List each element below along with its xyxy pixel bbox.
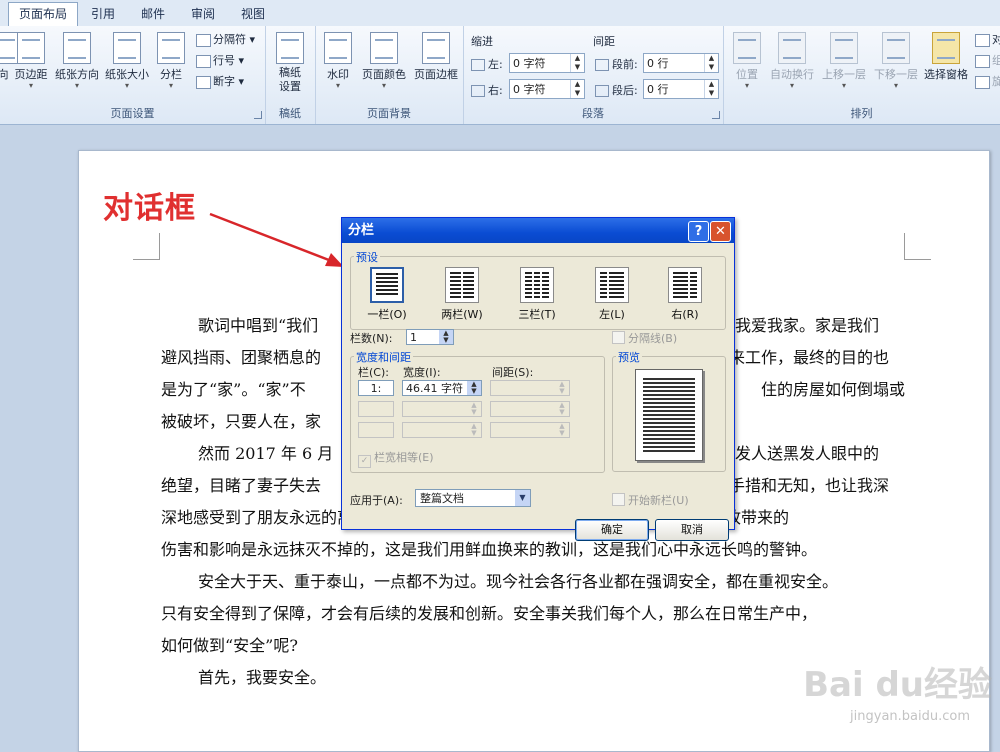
col-header: 栏(C): [358, 366, 389, 379]
num-columns-input[interactable]: 1 ▲ ▼ [406, 329, 454, 345]
left-column-icon [595, 267, 629, 303]
cancel-button[interactable]: 取消 [655, 519, 729, 541]
dialog-title: 分栏 [348, 223, 375, 238]
presets-legend: 预设 [354, 249, 380, 265]
help-button[interactable]: ? [688, 221, 709, 242]
spacing-header: 间距(S): [492, 366, 534, 379]
preset-two-columns[interactable]: 两栏(W) [432, 267, 492, 322]
dialog-body: 预设 一栏(O) 两栏(W) 三栏(T) 左(L) 右(R) 栏数(N): 1 ▲… [342, 243, 734, 541]
ok-button[interactable]: 确定 [575, 519, 649, 541]
apply-to-select[interactable]: 整篇文档 ▼ [415, 489, 531, 507]
preset-right[interactable]: 右(R) [655, 267, 715, 322]
dialog-title-bar[interactable]: 分栏 ? ✕ [342, 218, 734, 243]
width-header: 宽度(I): [403, 366, 441, 379]
col-spacing-input-3[interactable]: ▲ ▼ [490, 422, 570, 438]
chevron-down-icon[interactable]: ▼ [515, 490, 530, 506]
close-button[interactable]: ✕ [710, 221, 731, 242]
preset-one-column[interactable]: 一栏(O) [357, 267, 417, 322]
columns-dialog[interactable]: 分栏 ? ✕ 预设 一栏(O) 两栏(W) 三栏(T) 左(L) 右(R) 栏数… [341, 217, 735, 541]
col-width-input-3[interactable]: ▲ ▼ [402, 422, 482, 438]
equal-width-checkbox[interactable]: ✓ 栏宽相等(E) [358, 449, 434, 468]
col-number-3 [358, 422, 394, 438]
preset-three-columns[interactable]: 三栏(T) [507, 267, 567, 322]
baidu-watermark-logo: Bai du经验 [803, 665, 992, 705]
baidu-watermark-url: jingyan.baidu.com [850, 709, 970, 724]
preview-legend: 预览 [616, 349, 642, 365]
col-number-1: 1: [358, 380, 394, 396]
col-number-2 [358, 401, 394, 417]
two-columns-icon [445, 267, 479, 303]
right-column-icon [668, 267, 702, 303]
width-spacing-legend: 宽度和间距 [354, 349, 413, 365]
one-column-icon [370, 267, 404, 303]
col-width-spinner-icon[interactable]: ▲ ▼ [467, 381, 481, 395]
start-new-column-checkbox[interactable]: 开始新栏(U) [612, 492, 689, 508]
col-spacing-input-2[interactable]: ▲ ▼ [490, 401, 570, 417]
preview-page-icon [635, 369, 703, 461]
col-width-input-2[interactable]: ▲ ▼ [402, 401, 482, 417]
col-spacing-input-1[interactable]: ▲ ▼ [490, 380, 570, 396]
apply-to-label: 应用于(A): [350, 494, 403, 507]
three-columns-icon [520, 267, 554, 303]
separator-line-checkbox[interactable]: 分隔线(B) [612, 330, 677, 346]
num-columns-spinner-icon[interactable]: ▲ ▼ [439, 330, 453, 344]
num-columns-label: 栏数(N): [350, 332, 393, 345]
preview-group [612, 356, 726, 472]
preset-left[interactable]: 左(L) [582, 267, 642, 322]
col-width-input-1[interactable]: 46.41 字符 ▲ ▼ [402, 380, 482, 396]
